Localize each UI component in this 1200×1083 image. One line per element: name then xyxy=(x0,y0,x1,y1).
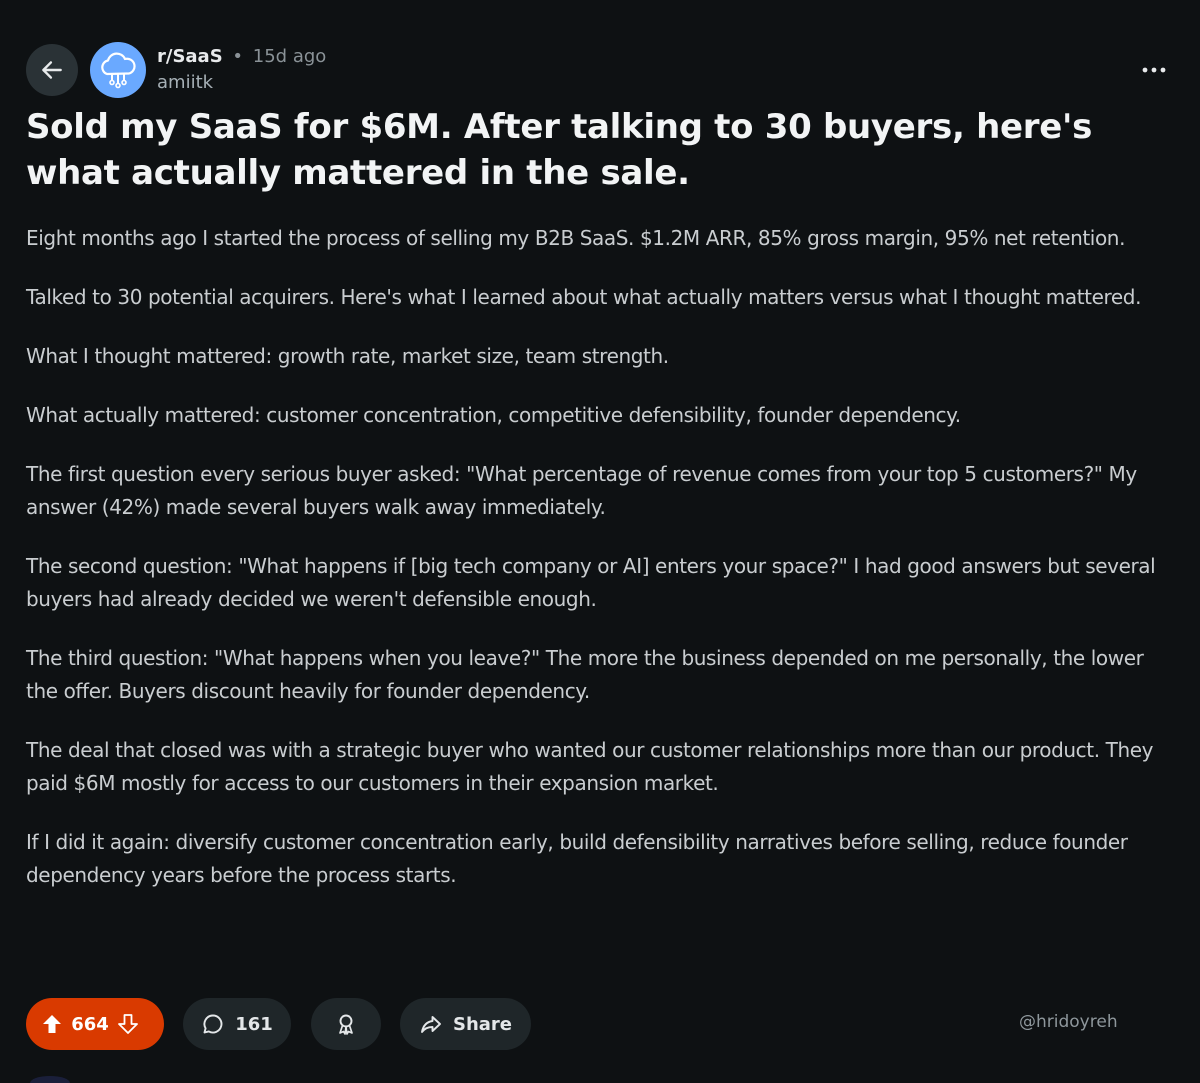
comments-button[interactable]: 161 xyxy=(183,998,291,1050)
more-horizontal-icon xyxy=(1142,67,1166,73)
upvote-button[interactable] xyxy=(34,998,70,1050)
more-options-button[interactable] xyxy=(1134,52,1174,88)
post-paragraph: What I thought mattered: growth rate, ma… xyxy=(26,344,669,368)
back-button[interactable] xyxy=(26,44,78,96)
post-paragraph: If I did it again: diversify customer co… xyxy=(26,830,1128,887)
post-paragraph: The third question: "What happens when y… xyxy=(26,646,1144,703)
watermark-text: @hridoyreh xyxy=(1019,1012,1118,1032)
downvote-arrow-icon xyxy=(118,1014,138,1034)
author-link[interactable]: amiitk xyxy=(157,70,326,96)
share-button[interactable]: Share xyxy=(400,998,531,1050)
downvote-button[interactable] xyxy=(110,998,146,1050)
post-paragraph: The second question: "What happens if [b… xyxy=(26,554,1156,611)
post-paragraph: The first question every serious buyer a… xyxy=(26,462,1137,519)
vote-count: 664 xyxy=(71,1013,109,1035)
post-paragraph: The deal that closed was with a strategi… xyxy=(26,738,1154,795)
post-actions-bar: 664 161 Share @hridoyreh xyxy=(26,998,1174,1050)
meta-row: r/SaaS • 15d ago xyxy=(157,44,326,70)
share-label: Share xyxy=(452,1013,512,1035)
cloud-network-icon xyxy=(101,52,136,89)
post-header: r/SaaS • 15d ago amiitk xyxy=(26,42,1174,98)
post-body: Eight months ago I started the process o… xyxy=(26,222,1174,918)
post-meta: r/SaaS • 15d ago amiitk xyxy=(157,44,326,96)
award-icon xyxy=(339,1014,353,1035)
comment-bubble-icon xyxy=(203,1014,223,1034)
post-time: 15d ago xyxy=(252,46,327,67)
subreddit-link[interactable]: r/SaaS xyxy=(157,46,223,67)
share-arrow-icon xyxy=(421,1016,441,1033)
post-paragraph: Talked to 30 potential acquirers. Here's… xyxy=(26,285,1142,309)
next-item-avatar-edge xyxy=(30,1076,70,1083)
comment-count: 161 xyxy=(235,1013,273,1035)
post-paragraph: Eight months ago I started the process o… xyxy=(26,226,1126,250)
upvote-arrow-icon xyxy=(43,1015,61,1033)
arrow-left-icon xyxy=(42,61,62,79)
award-button[interactable] xyxy=(311,998,381,1050)
subreddit-avatar[interactable] xyxy=(90,42,146,98)
post-title: Sold my SaaS for $6M. After talking to 3… xyxy=(26,107,1093,193)
post-paragraph: What actually mattered: customer concent… xyxy=(26,403,961,427)
meta-separator: • xyxy=(232,46,244,67)
vote-control: 664 xyxy=(26,998,164,1050)
